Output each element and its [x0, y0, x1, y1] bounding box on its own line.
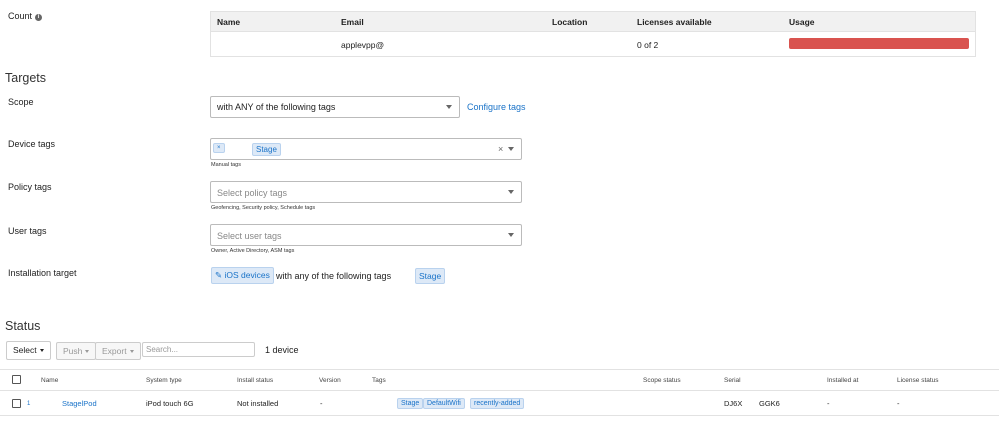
clipped-header-text	[210, 0, 270, 2]
push-button-label: Push	[63, 346, 83, 356]
serial-suffix: GGK6	[759, 399, 780, 408]
select-button-label: Select	[13, 345, 37, 355]
user-tags-select[interactable]: Select user tags	[210, 224, 522, 246]
remove-tag-icon[interactable]: ×	[213, 143, 225, 153]
push-button[interactable]: Push	[56, 342, 97, 360]
targets-title: Targets	[5, 71, 46, 85]
policy-tags-help: Geofencing, Security policy, Schedule ta…	[211, 205, 316, 211]
row-index: 1	[27, 401, 31, 407]
clear-icon[interactable]: ×	[498, 144, 503, 154]
col-name[interactable]: Name	[41, 377, 58, 384]
license-count-table: Name Email Location Licenses available U…	[210, 11, 976, 57]
chevron-down-icon	[508, 147, 514, 151]
tag-stage: Stage	[397, 398, 424, 409]
row-licenses: 0 of 2	[637, 40, 659, 50]
installation-tag-stage: Stage	[415, 268, 446, 284]
count-label-text: Count	[8, 11, 33, 21]
installation-target-label: Installation target	[8, 268, 77, 278]
table-row[interactable]: 1 StagelPod iPod touch 6G Not installed …	[0, 392, 999, 416]
col-serial[interactable]: Serial	[724, 377, 741, 384]
ios-devices-chip: ✎ iOS devices	[211, 267, 274, 284]
install-status: Not installed	[237, 399, 279, 408]
version: -	[320, 399, 323, 408]
license-status: -	[897, 399, 900, 408]
installed-at: -	[827, 399, 830, 408]
policy-tags-label: Policy tags	[8, 182, 52, 192]
col-license-status[interactable]: License status	[897, 377, 939, 384]
status-title: Status	[5, 319, 41, 333]
search-input[interactable]: Search...	[142, 342, 255, 357]
col-install-status[interactable]: Install status	[237, 377, 273, 384]
device-table-header: Name System type Install status Version …	[0, 369, 999, 391]
ios-devices-label: iOS devices	[224, 270, 270, 280]
tag-defaultwifi: DefaultWifi	[423, 398, 465, 409]
pencil-icon: ✎	[215, 270, 223, 280]
chevron-down-icon	[39, 349, 44, 352]
chevron-down-icon	[129, 350, 134, 353]
col-name: Name	[217, 17, 241, 27]
user-tags-label: User tags	[8, 226, 47, 236]
select-button[interactable]: Select	[6, 341, 51, 360]
chevron-down-icon	[508, 233, 514, 237]
count-label: Count i	[8, 11, 43, 21]
user-tags-placeholder: Select user tags	[217, 231, 282, 241]
col-email: Email	[341, 17, 364, 27]
col-scope-status[interactable]: Scope status	[643, 377, 681, 384]
chevron-down-icon	[508, 190, 514, 194]
installation-target-text: with any of the following tags	[276, 271, 392, 281]
device-tags-select[interactable]: × Stage ×	[210, 138, 522, 160]
device-tag-stage: Stage	[252, 143, 281, 156]
select-all-checkbox[interactable]	[12, 375, 21, 384]
info-icon[interactable]: i	[35, 14, 43, 21]
export-button-label: Export	[102, 346, 127, 356]
col-tags[interactable]: Tags	[372, 377, 386, 384]
search-placeholder: Search...	[146, 345, 179, 354]
row-email: applevpp@	[341, 40, 385, 50]
col-location: Location	[552, 17, 588, 27]
scope-label: Scope	[8, 97, 34, 107]
col-version[interactable]: Version	[319, 377, 341, 384]
device-count: 1 device	[265, 345, 299, 355]
tag-recently-added: recently-added	[470, 398, 525, 409]
export-button[interactable]: Export	[95, 342, 141, 360]
row-checkbox[interactable]	[12, 399, 21, 408]
license-table-row: applevpp@ 0 of 2	[211, 32, 975, 57]
device-tags-help: Manual tags	[211, 162, 241, 168]
policy-tags-select[interactable]: Select policy tags	[210, 181, 522, 203]
license-table-header: Name Email Location Licenses available U…	[211, 12, 975, 32]
scope-value: with ANY of the following tags	[217, 102, 336, 112]
scope-select[interactable]: with ANY of the following tags	[210, 96, 460, 118]
device-tags-label: Device tags	[8, 139, 56, 149]
col-installed-at[interactable]: Installed at	[827, 377, 858, 384]
device-name-link[interactable]: StagelPod	[62, 399, 97, 408]
chevron-down-icon	[446, 105, 452, 109]
col-system-type[interactable]: System type	[146, 377, 182, 384]
policy-tags-placeholder: Select policy tags	[217, 188, 288, 198]
usage-bar	[789, 38, 969, 49]
configure-tags-link[interactable]: Configure tags	[467, 102, 526, 112]
user-tags-help: Owner, Active Directory, ASM tags	[211, 248, 295, 254]
col-usage: Usage	[789, 17, 815, 27]
system-type: iPod touch 6G	[146, 399, 194, 408]
col-licenses-available: Licenses available	[637, 17, 712, 27]
chevron-down-icon	[85, 350, 90, 353]
serial-prefix: DJ6X	[724, 399, 743, 408]
